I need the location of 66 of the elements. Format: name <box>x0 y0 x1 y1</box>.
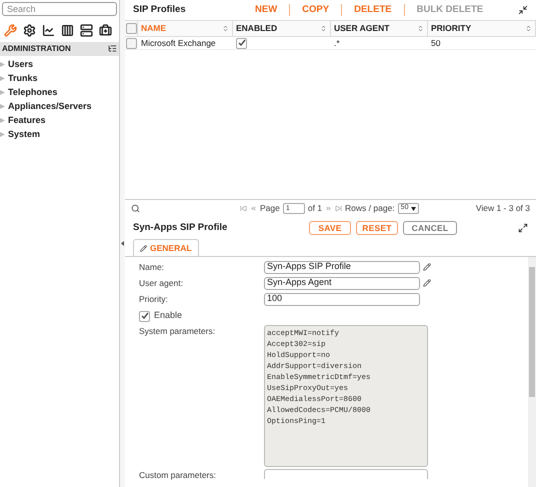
next-page-icon[interactable] <box>325 205 332 212</box>
scrollbar[interactable] <box>528 257 536 487</box>
field-label: User agent: <box>139 276 184 290</box>
custom-parameters-field[interactable] <box>264 469 428 479</box>
sort-icon[interactable] <box>222 25 229 32</box>
view-count: View 1 - 3 of 3 <box>476 202 530 215</box>
expander-icon[interactable] <box>0 132 5 137</box>
collapse-arrow-icon[interactable] <box>121 241 124 246</box>
text-field[interactable]: Syn-Apps Agent <box>264 276 420 290</box>
sort-icon[interactable] <box>320 25 327 32</box>
section-title: ADMINISTRATION <box>2 42 71 54</box>
checkbox-label: Enable <box>154 309 182 322</box>
checkbox[interactable] <box>236 38 247 48</box>
sort-icon[interactable] <box>417 25 424 32</box>
page-count: of 1 <box>308 202 322 215</box>
window-icon[interactable] <box>518 223 528 233</box>
nav-item[interactable]: Users <box>0 58 119 72</box>
field-label: Priority: <box>139 292 169 306</box>
search-icon[interactable] <box>131 204 140 213</box>
chart-icon[interactable] <box>42 24 55 36</box>
search-field[interactable]: Search <box>2 2 117 16</box>
tree-toggle-icon[interactable] <box>108 44 117 53</box>
expander-icon[interactable] <box>0 62 5 67</box>
table-cell-text: 50 <box>430 37 442 49</box>
checkbox[interactable] <box>126 38 137 48</box>
text-field[interactable]: Syn-Apps SIP Profile <box>264 260 420 274</box>
nav-item[interactable]: System <box>0 128 119 142</box>
column-header[interactable]: USER AGENT <box>331 21 428 36</box>
expander-icon[interactable] <box>0 76 5 81</box>
column-header[interactable]: PRIORITY <box>428 21 536 36</box>
field-label: Name: <box>139 260 166 274</box>
field-label: Custom parameters: <box>139 469 217 482</box>
expander-icon[interactable] <box>0 118 5 123</box>
previous-page-icon[interactable] <box>250 205 257 212</box>
panel-title: SIP Profiles <box>133 2 187 17</box>
medical-kit-icon[interactable] <box>99 24 112 36</box>
pencil-icon[interactable] <box>423 279 431 287</box>
field-label: System parameters: <box>139 325 216 338</box>
dropdown-arrow-icon[interactable] <box>411 206 416 210</box>
server-icon[interactable] <box>80 24 93 36</box>
window-icon[interactable] <box>518 5 528 15</box>
pencil-icon[interactable] <box>423 263 431 271</box>
sort-icon[interactable] <box>525 25 532 32</box>
text-field[interactable]: 100 <box>264 292 420 306</box>
settings-icon[interactable] <box>23 24 36 36</box>
table-cell-text: Microsoft Exchange <box>140 37 217 49</box>
nav-item[interactable]: Features <box>0 114 119 128</box>
table-cell-text: .* <box>333 37 341 49</box>
expander-icon[interactable] <box>0 90 5 95</box>
table-row[interactable]: Microsoft Exchange .* 50 <box>125 37 536 50</box>
columns-icon[interactable] <box>61 24 74 36</box>
expander-icon[interactable] <box>0 104 5 109</box>
pencil-icon <box>140 244 147 252</box>
nav-item[interactable]: Trunks <box>0 72 119 86</box>
form-button[interactable]: CANCEL <box>403 221 457 235</box>
checkbox[interactable] <box>139 310 150 322</box>
column-header[interactable]: ENABLED <box>233 21 331 36</box>
wrench-icon[interactable] <box>4 24 17 36</box>
form-title: Syn-Apps SIP Profile <box>133 220 228 235</box>
page-label: Page <box>260 202 280 215</box>
checkbox[interactable] <box>126 23 136 34</box>
rows-label: Rows / page: <box>345 202 395 215</box>
nav-item[interactable]: Telephones <box>0 86 119 100</box>
nav-item[interactable]: Appliances/Servers <box>0 100 119 114</box>
last-page-icon[interactable] <box>335 205 342 212</box>
first-page-icon[interactable] <box>240 205 247 212</box>
